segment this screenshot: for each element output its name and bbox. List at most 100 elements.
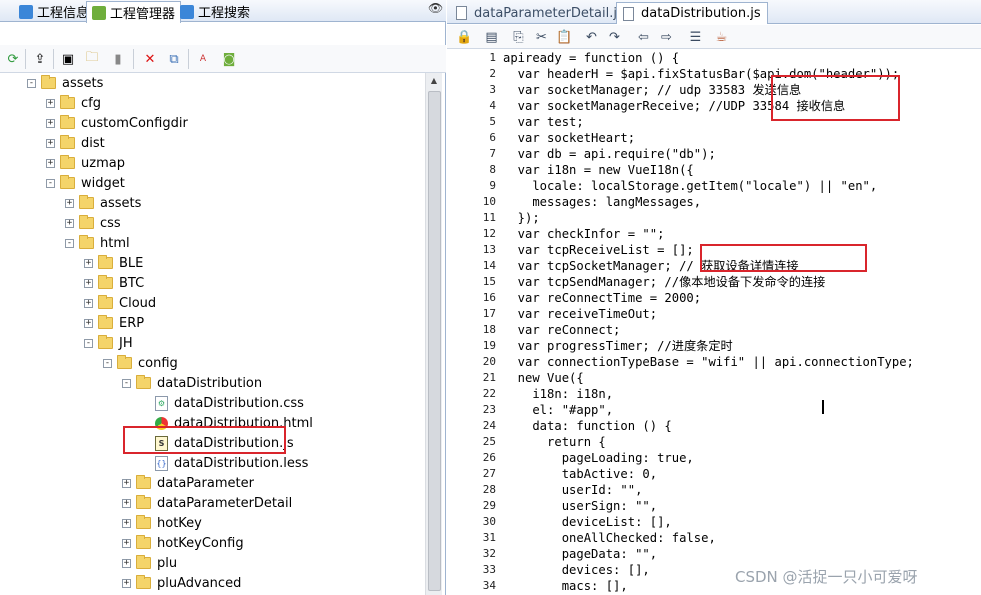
code-line[interactable]: var progressTimer; //进度条定时 xyxy=(503,338,733,354)
collapse-icon[interactable]: - xyxy=(84,338,93,348)
tree-item[interactable]: + BTC xyxy=(84,273,144,293)
tree-item[interactable]: + plu xyxy=(122,553,177,573)
code-line[interactable]: var checkInfor = ""; xyxy=(503,226,665,242)
expand-icon[interactable]: + xyxy=(46,118,55,128)
delete-icon[interactable]: ✕ xyxy=(141,50,159,68)
pdf-icon[interactable]: A xyxy=(194,50,212,68)
tree-item[interactable]: + hotKey xyxy=(122,513,202,533)
code-line[interactable]: var receiveTimeOut; xyxy=(503,306,657,322)
tree-item[interactable]: + ERP xyxy=(84,313,144,333)
collapse-icon[interactable]: - xyxy=(103,358,112,368)
code-line[interactable]: var tcpReceiveList = []; xyxy=(503,242,694,258)
expand-icon[interactable]: + xyxy=(122,578,131,588)
expand-icon[interactable]: + xyxy=(65,218,74,228)
folder-search-icon[interactable]: 🗀 xyxy=(83,50,101,68)
collapse-icon[interactable]: - xyxy=(122,378,131,388)
eye-icon[interactable]: 👁 xyxy=(428,1,444,15)
code-line[interactable]: oneAllChecked: false, xyxy=(503,530,716,546)
tree-item[interactable]: + css xyxy=(65,213,121,233)
expand-icon[interactable]: + xyxy=(122,558,131,568)
tab-dataDistribution-js[interactable]: dataDistribution.js xyxy=(616,2,768,24)
tab-project-manager[interactable]: 工程管理器 xyxy=(86,1,182,23)
scroll-thumb[interactable] xyxy=(428,91,441,591)
tree-item[interactable]: - config xyxy=(103,353,178,373)
code-line[interactable]: var socketHeart; xyxy=(503,130,635,146)
cut-icon[interactable]: ✂ xyxy=(533,29,550,46)
code-line[interactable]: userId: "", xyxy=(503,482,643,498)
redo-icon[interactable]: ↷ xyxy=(606,29,623,46)
tree-item[interactable]: + hotKeyConfig xyxy=(122,533,244,553)
tree-item[interactable]: + customConfigdir xyxy=(46,113,188,133)
code-line[interactable]: i18n: i18n, xyxy=(503,386,613,402)
tree-item[interactable]: + Cloud xyxy=(84,293,156,313)
lock-icon[interactable]: 🔒 xyxy=(456,29,473,46)
paste-icon[interactable]: 📋 xyxy=(556,29,573,46)
code-line[interactable]: var connectionTypeBase = "wifi" || api.c… xyxy=(503,354,914,370)
expand-icon[interactable]: + xyxy=(122,478,131,488)
upload-icon[interactable]: ⇪ xyxy=(31,50,49,68)
refresh-icon[interactable]: ⟳ xyxy=(4,50,22,68)
code-line[interactable]: tabActive: 0, xyxy=(503,466,657,482)
tab-dataParameterDetail-js[interactable]: dataParameterDetail.js xyxy=(450,2,630,24)
undo-icon[interactable]: ↶ xyxy=(583,29,600,46)
code-line[interactable]: messages: langMessages, xyxy=(503,194,701,210)
code-line[interactable]: var tcpSendManager; //像本地设备下发命令的连接 xyxy=(503,274,826,290)
code-line[interactable]: el: "#app", xyxy=(503,402,613,418)
code-line[interactable]: }); xyxy=(503,210,540,226)
tree-item[interactable]: - widget xyxy=(46,173,125,193)
code-line[interactable]: locale: localStorage.getItem("locale") |… xyxy=(503,178,877,194)
android-icon[interactable]: ◙ xyxy=(220,50,238,68)
code-line[interactable]: data: function () { xyxy=(503,418,671,434)
code-line[interactable]: var socketManager; // udp 33583 发送信息 xyxy=(503,82,802,98)
expand-icon[interactable]: + xyxy=(46,158,55,168)
code-line[interactable]: var reConnectTime = 2000; xyxy=(503,290,701,306)
tree-item[interactable]: + dataParameter xyxy=(122,473,254,493)
tab-project-info[interactable]: 工程信息 xyxy=(14,1,94,22)
code-line[interactable]: pageLoading: true, xyxy=(503,450,694,466)
tree-item[interactable]: + dist xyxy=(46,133,105,153)
code-area[interactable]: apiready = function () { var headerH = $… xyxy=(503,49,981,595)
tree-item[interactable]: + BLE xyxy=(84,253,143,273)
tree-item[interactable]: ⚙ dataDistribution.css xyxy=(141,393,304,413)
collapse-icon[interactable]: - xyxy=(65,238,74,248)
expand-icon[interactable]: + xyxy=(122,518,131,528)
code-line[interactable]: pageData: "", xyxy=(503,546,657,562)
terminal-icon[interactable]: ▣ xyxy=(59,50,77,68)
format-icon[interactable]: ☰ xyxy=(687,29,704,46)
back-icon[interactable]: ⇦ xyxy=(635,29,652,46)
tree-item[interactable]: + cfg xyxy=(46,93,101,113)
code-line[interactable]: return { xyxy=(503,434,606,450)
tree-item[interactable]: - JH xyxy=(84,333,133,353)
expand-icon[interactable]: + xyxy=(122,538,131,548)
tree-item[interactable]: - dataDistribution xyxy=(122,373,262,393)
java-icon[interactable]: ☕ xyxy=(713,29,730,46)
code-line[interactable]: apiready = function () { xyxy=(503,50,679,66)
expand-icon[interactable]: + xyxy=(84,278,93,288)
tree-item[interactable]: + pluAdvanced xyxy=(122,573,241,593)
tree-item[interactable]: + assets xyxy=(65,193,141,213)
tree-item[interactable]: {} dataDistribution.less xyxy=(141,453,308,473)
code-line[interactable]: var reConnect; xyxy=(503,322,621,338)
save-icon[interactable]: ▤ xyxy=(483,29,500,46)
tab-project-search[interactable]: 工程搜索 xyxy=(175,1,255,22)
forward-icon[interactable]: ⇨ xyxy=(658,29,675,46)
copy-icon[interactable]: ⎘ xyxy=(510,29,527,46)
code-line[interactable]: var i18n = new VueI18n({ xyxy=(503,162,694,178)
tree-item[interactable]: - html xyxy=(65,233,130,253)
book-icon[interactable]: ▮ xyxy=(109,50,127,68)
expand-icon[interactable]: + xyxy=(84,258,93,268)
collapse-icon[interactable]: - xyxy=(46,178,55,188)
tree-item[interactable]: + uzmap xyxy=(46,153,125,173)
code-line[interactable]: new Vue({ xyxy=(503,370,584,386)
scroll-up-icon[interactable]: ▲ xyxy=(428,76,440,88)
tree-item[interactable]: + dataParameterDetail xyxy=(122,493,292,513)
copy-window-icon[interactable]: ⧉ xyxy=(165,50,183,68)
expand-icon[interactable]: + xyxy=(122,498,131,508)
code-line[interactable]: userSign: "", xyxy=(503,498,657,514)
expand-icon[interactable]: + xyxy=(84,318,93,328)
expand-icon[interactable]: + xyxy=(65,198,74,208)
tree-scrollbar[interactable]: ▲ xyxy=(425,73,442,595)
expand-icon[interactable]: + xyxy=(46,98,55,108)
code-line[interactable]: macs: [], xyxy=(503,578,628,594)
code-line[interactable]: deviceList: [], xyxy=(503,514,672,530)
